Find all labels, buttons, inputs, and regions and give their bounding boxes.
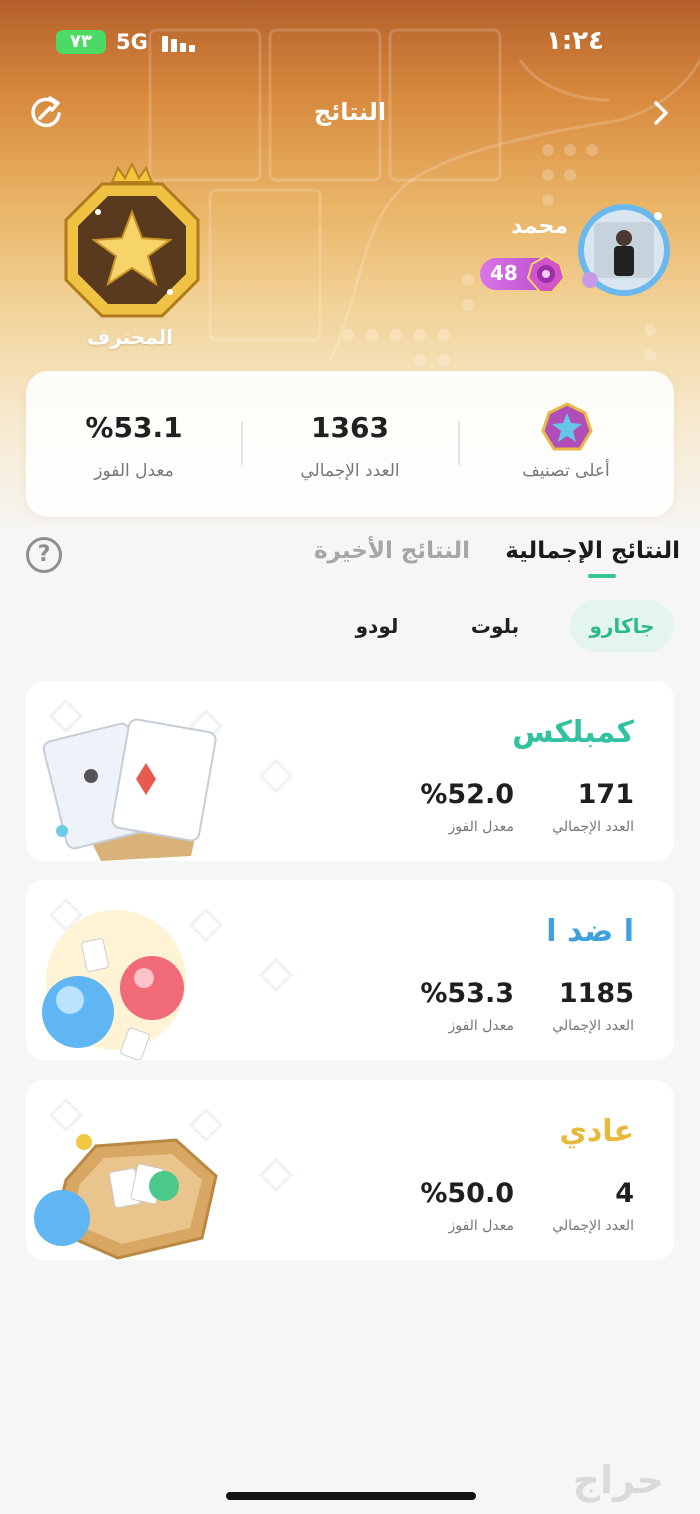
stat-top-rank: أعلى تصنيف bbox=[458, 371, 674, 517]
mode-card-normal[interactable]: عادي 4 العدد الإجمالي %50.0 معدل الفوز bbox=[26, 1080, 674, 1260]
avatar[interactable] bbox=[576, 202, 672, 298]
game-tab-ludo[interactable]: لودو bbox=[342, 600, 412, 652]
stat-total: 1363 العدد الإجمالي bbox=[242, 371, 458, 517]
mode-winrate-label: معدل الفوز bbox=[448, 1218, 514, 1234]
stats-card: أعلى تصنيف 1363 العدد الإجمالي %53.1 معد… bbox=[26, 371, 674, 517]
help-icon[interactable]: ? bbox=[26, 537, 62, 573]
mode-total-value: 171 bbox=[577, 779, 634, 810]
page-title: النتائج bbox=[313, 98, 387, 126]
rank-name: المحترف bbox=[86, 325, 174, 349]
level-badge: 48 bbox=[480, 254, 566, 293]
balls-illustration bbox=[42, 897, 294, 1060]
signal-icon bbox=[162, 36, 195, 52]
mode-card-complex[interactable]: كمبلكس 171 العدد الإجمالي %52.0 معدل الف… bbox=[26, 681, 674, 861]
mode-total-label: العدد الإجمالي bbox=[552, 1218, 634, 1234]
tab-overall[interactable]: النتائج الإجمالية bbox=[505, 538, 680, 564]
watermark-logo: حراج bbox=[572, 1458, 664, 1502]
game-tab-jackaroo[interactable]: جاكارو bbox=[570, 600, 674, 652]
username: محمد bbox=[511, 214, 568, 239]
stat-label: العدد الإجمالي bbox=[300, 461, 400, 481]
top-rank-icon bbox=[541, 402, 593, 451]
mode-winrate-value: %53.3 bbox=[420, 978, 514, 1009]
status-bar: ٧٣ 5G ١:٢٤ bbox=[0, 24, 700, 60]
chevron-right-icon[interactable] bbox=[648, 98, 674, 128]
mode-title: عادي bbox=[559, 1114, 634, 1149]
tab-recent[interactable]: النتائج الأخيرة bbox=[314, 538, 470, 564]
stat-value: 1363 bbox=[311, 411, 389, 444]
mode-winrate-value: %50.0 bbox=[420, 1178, 514, 1209]
cards-board-illustration bbox=[42, 698, 294, 861]
mode-winrate-label: معدل الفوز bbox=[448, 1018, 514, 1034]
status-time: ١:٢٤ bbox=[545, 26, 604, 56]
tab-indicator bbox=[588, 574, 616, 578]
gem-icon bbox=[526, 254, 566, 293]
board-illustration bbox=[34, 1097, 294, 1260]
mode-winrate-value: %52.0 bbox=[420, 779, 514, 810]
mode-title: كمبلكس bbox=[512, 715, 634, 750]
mode-total-value: 4 bbox=[615, 1178, 634, 1209]
mode-card-1v1[interactable]: ا ضد ا 1185 العدد الإجمالي %53.3 معدل ال… bbox=[26, 880, 674, 1060]
mode-total-label: العدد الإجمالي bbox=[552, 819, 634, 835]
home-indicator[interactable] bbox=[226, 1492, 476, 1500]
battery-indicator: ٧٣ bbox=[56, 30, 106, 54]
network-label: 5G bbox=[116, 30, 148, 54]
stat-label: أعلى تصنيف bbox=[522, 461, 610, 481]
game-tab-balot[interactable]: بلوت bbox=[460, 600, 530, 652]
level-number: 48 bbox=[490, 261, 518, 285]
stat-label: معدل الفوز bbox=[94, 461, 174, 481]
mode-total-value: 1185 bbox=[558, 978, 634, 1009]
mode-title: ا ضد ا bbox=[546, 914, 634, 949]
stat-value: %53.1 bbox=[85, 411, 183, 444]
stat-winrate: %53.1 معدل الفوز bbox=[26, 371, 242, 517]
divider bbox=[458, 421, 460, 465]
mode-winrate-label: معدل الفوز bbox=[448, 819, 514, 835]
rank-badge-icon bbox=[64, 161, 200, 318]
mode-total-label: العدد الإجمالي bbox=[552, 1018, 634, 1034]
